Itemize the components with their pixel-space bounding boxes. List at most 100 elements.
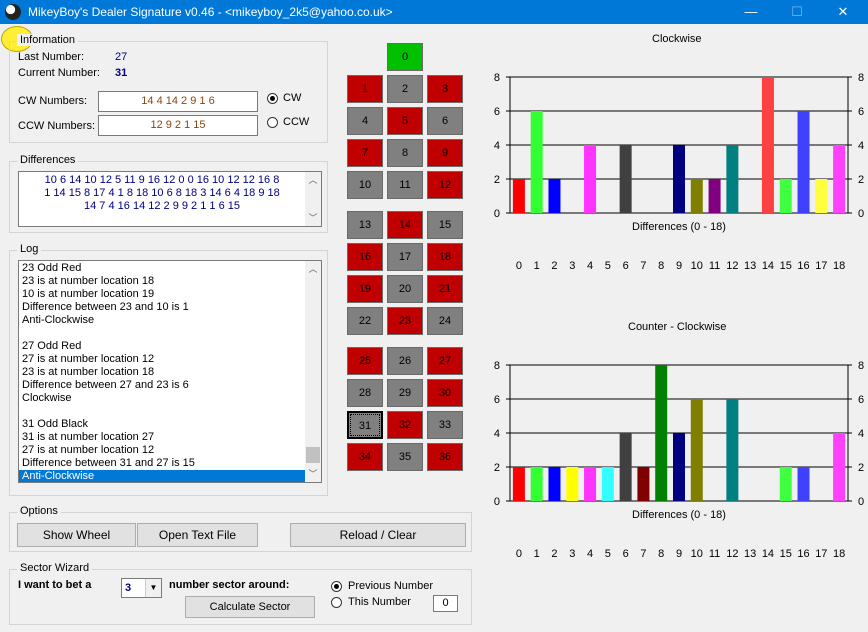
scroll-down-icon[interactable]: ﹀	[305, 466, 321, 482]
title-bar: MikeyBoy's Dealer Signature v0.46 - <mik…	[0, 0, 868, 24]
number-button-33[interactable]: 33	[427, 411, 463, 439]
bar-16	[797, 467, 810, 501]
y-tick-label-left: 2	[494, 174, 500, 186]
log-listbox[interactable]: 23 Odd Red 23 is at number location 18 10 …	[18, 260, 322, 483]
number-button-11[interactable]: 11	[387, 171, 423, 199]
log-line[interactable]: Anti-Clockwise	[19, 314, 305, 327]
log-line[interactable]: Clockwise	[19, 392, 305, 405]
number-button-21[interactable]: 21	[427, 275, 463, 303]
number-button-5[interactable]: 5	[387, 107, 423, 135]
open-text-file-button[interactable]: Open Text File	[137, 523, 258, 547]
scroll-up-icon[interactable]: ︿	[305, 261, 321, 277]
log-line[interactable]: 23 is at number location 18	[19, 366, 305, 379]
number-button-34[interactable]: 34	[347, 443, 383, 471]
number-button-1[interactable]: 1	[347, 75, 383, 103]
calculate-sector-button[interactable]: Calculate Sector	[185, 596, 315, 618]
y-tick-label-right: 0	[858, 496, 864, 508]
differences-textarea[interactable]: 10 6 14 10 12 5 11 9 16 12 0 0 16 10 12 …	[18, 171, 322, 227]
scroll-up-icon[interactable]: ︿	[305, 172, 321, 188]
log-line[interactable]: Anti-Clockwise	[19, 470, 305, 482]
x-tick-label: 8	[658, 260, 664, 272]
log-line[interactable]: 23 is at number location 18	[19, 275, 305, 288]
number-button-0[interactable]: 0	[387, 43, 423, 71]
log-line[interactable]: 27 is at number location 12	[19, 353, 305, 366]
ccw-numbers-field[interactable]: 12 9 2 1 15	[98, 115, 258, 136]
bar-18	[833, 145, 846, 213]
number-button-25[interactable]: 25	[347, 347, 383, 375]
number-button-16[interactable]: 16	[347, 243, 383, 271]
bar-18	[833, 433, 846, 501]
log-line[interactable]	[19, 327, 305, 340]
number-button-36[interactable]: 36	[427, 443, 463, 471]
x-tick-label: 8	[658, 548, 664, 560]
number-button-12[interactable]: 12	[427, 171, 463, 199]
number-button-4[interactable]: 4	[347, 107, 383, 135]
scroll-thumb[interactable]	[306, 447, 320, 463]
log-line[interactable]: 10 is at number location 19	[19, 288, 305, 301]
log-line[interactable]: 23 Odd Red	[19, 262, 305, 275]
log-line[interactable]: 31 is at number location 27	[19, 431, 305, 444]
y-tick-label-left: 0	[494, 496, 500, 508]
cw-radio[interactable]	[267, 93, 278, 104]
number-button-18[interactable]: 18	[427, 243, 463, 271]
log-line[interactable]: Difference between 31 and 27 is 15	[19, 457, 305, 470]
number-button-3[interactable]: 3	[427, 75, 463, 103]
number-button-17[interactable]: 17	[387, 243, 423, 271]
number-button-30[interactable]: 30	[427, 379, 463, 407]
previous-number-label: Previous Number	[348, 580, 433, 592]
log-scrollbar[interactable]: ︿ ﹀	[305, 261, 321, 482]
minimize-button[interactable]: —	[728, 0, 774, 24]
log-line[interactable]	[19, 405, 305, 418]
number-button-31[interactable]: 31	[347, 411, 383, 439]
previous-number-radio[interactable]	[331, 581, 342, 592]
number-button-15[interactable]: 15	[427, 211, 463, 239]
x-tick-label: 16	[797, 548, 809, 560]
ccw-radio[interactable]	[267, 117, 278, 128]
number-button-24[interactable]: 24	[427, 307, 463, 335]
x-tick-label: 6	[623, 260, 629, 272]
chart-title-counter-clockwise: Counter - Clockwise	[628, 321, 727, 333]
cw-numbers-field[interactable]: 14 4 14 2 9 1 6	[98, 91, 258, 112]
number-button-19[interactable]: 19	[347, 275, 383, 303]
number-button-7[interactable]: 7	[347, 139, 383, 167]
y-tick-label-right: 8	[858, 360, 864, 372]
number-button-22[interactable]: 22	[347, 307, 383, 335]
this-number-field[interactable]: 0	[433, 595, 458, 612]
number-button-9[interactable]: 9	[427, 139, 463, 167]
log-line[interactable]: Difference between 23 and 10 is 1	[19, 301, 305, 314]
scroll-down-icon[interactable]: ﹀	[305, 210, 321, 226]
chevron-down-icon[interactable]: ▼	[145, 579, 161, 597]
x-tick-label: 18	[833, 260, 845, 272]
information-group: Information Last Number: 27 Current Numb…	[9, 34, 328, 143]
maximize-button[interactable]: ☐	[774, 0, 820, 24]
number-button-14[interactable]: 14	[387, 211, 423, 239]
log-line[interactable]: 27 Odd Red	[19, 340, 305, 353]
x-tick-label: 17	[815, 260, 827, 272]
sector-wizard-legend: Sector Wizard	[17, 562, 93, 574]
log-line[interactable]: Difference between 27 and 23 is 6	[19, 379, 305, 392]
differences-scrollbar[interactable]: ︿ ﹀	[305, 172, 321, 226]
number-button-8[interactable]: 8	[387, 139, 423, 167]
number-button-13[interactable]: 13	[347, 211, 383, 239]
number-button-20[interactable]: 20	[387, 275, 423, 303]
number-button-35[interactable]: 35	[387, 443, 423, 471]
number-button-23[interactable]: 23	[387, 307, 423, 335]
log-line[interactable]: 31 Odd Black	[19, 418, 305, 431]
this-number-radio[interactable]	[331, 597, 342, 608]
number-button-6[interactable]: 6	[427, 107, 463, 135]
number-button-32[interactable]: 32	[387, 411, 423, 439]
show-wheel-button[interactable]: Show Wheel	[17, 523, 136, 547]
bar-6	[619, 433, 632, 501]
differences-legend: Differences	[17, 154, 79, 166]
close-button[interactable]: ✕	[820, 0, 866, 24]
log-lines: 23 Odd Red 23 is at number location 18 10 …	[19, 262, 305, 482]
log-line[interactable]: 27 is at number location 12	[19, 444, 305, 457]
number-button-2[interactable]: 2	[387, 75, 423, 103]
number-button-29[interactable]: 29	[387, 379, 423, 407]
number-button-28[interactable]: 28	[347, 379, 383, 407]
number-button-26[interactable]: 26	[387, 347, 423, 375]
number-button-10[interactable]: 10	[347, 171, 383, 199]
number-button-27[interactable]: 27	[427, 347, 463, 375]
sector-size-select[interactable]: 3 ▼	[121, 578, 162, 598]
reload-clear-button[interactable]: Reload / Clear	[290, 523, 466, 547]
